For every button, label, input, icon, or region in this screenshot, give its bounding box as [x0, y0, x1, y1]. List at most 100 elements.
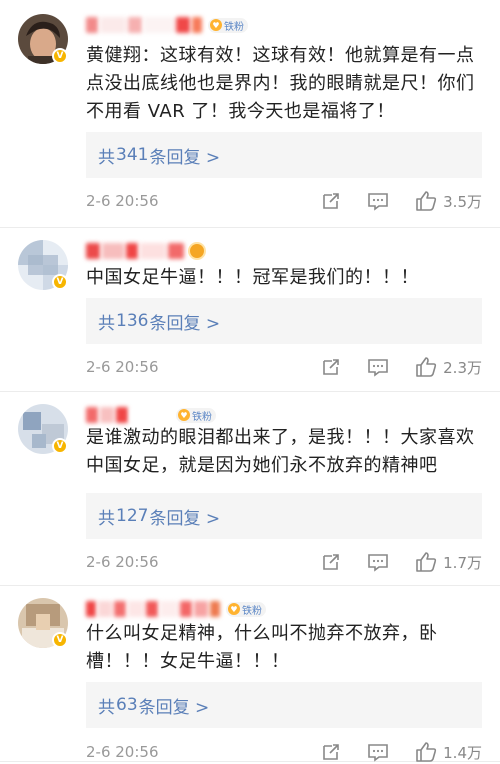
comment-item: V ♥ 铁粉 黄健翔：这球有效！这球有效！他就算是有一点点没出底线他也是界内！我…: [0, 0, 500, 228]
fan-badge: ♥ 铁粉: [176, 407, 216, 423]
comment-text: 是谁激动的眼泪都出来了，是我！！！大家喜欢中国女足，就是因为她们永不放弃的精神吧: [86, 427, 475, 476]
reply-suffix: 条回复 >: [149, 508, 221, 529]
reply-count-button[interactable]: 共 341 条回复 >: [86, 132, 482, 178]
username[interactable]: [86, 240, 204, 262]
blurred-username: [160, 601, 178, 617]
like-button[interactable]: 1.4万: [415, 741, 482, 763]
comment-text: 中国女足牛逼！！！冠军是我们的！！！: [86, 267, 419, 288]
repost-icon: [323, 554, 339, 570]
reply-prefix: 共: [98, 313, 115, 334]
reply-count-button[interactable]: 共 127 条回复 >: [86, 493, 482, 539]
blurred-username: [86, 17, 98, 33]
heart-icon: ♥: [178, 409, 190, 421]
timestamp: 2-6 20:56: [86, 553, 159, 571]
blurred-username: [100, 17, 126, 33]
comment-text: 什么叫女足精神，什么叫不抛弃不放弃，卧槽！！！女足牛逼！！！: [86, 623, 438, 672]
blurred-username: [140, 243, 166, 259]
like-icon: [416, 742, 437, 762]
reply-suffix: 条回复 >: [149, 313, 221, 334]
repost-button[interactable]: [321, 552, 341, 572]
repost-icon: [323, 193, 339, 209]
like-icon: [416, 191, 437, 211]
repost-button[interactable]: [321, 191, 341, 211]
reply-count-button[interactable]: 共 63 条回复 >: [86, 682, 482, 728]
blurred-username: [192, 17, 202, 33]
reply-suffix: 条回复 >: [138, 697, 210, 718]
blurred-username: [86, 243, 100, 259]
username[interactable]: ♥ 铁粉: [86, 14, 248, 36]
blurred-username: [102, 243, 124, 259]
comment-text: 黄健翔：这球有效！这球有效！他就算是有一点点没出底线他也是界内！我的眼睛就是尺！…: [86, 45, 475, 122]
comment-icon: [368, 359, 388, 377]
verified-badge-icon: V: [52, 438, 68, 454]
blurred-username: [194, 601, 208, 617]
heart-icon: ♥: [228, 603, 240, 615]
fan-badge-label: 铁粉: [224, 21, 244, 33]
reply-prefix: 共: [98, 508, 115, 529]
blurred-username: [128, 601, 144, 617]
like-count: 2.3万: [443, 358, 482, 377]
blurred-username: [146, 601, 158, 617]
reply-prefix: 共: [98, 697, 115, 718]
comment-icon: [368, 744, 388, 762]
like-button[interactable]: 1.7万: [415, 551, 482, 573]
timestamp: 2-6 20:56: [86, 743, 159, 761]
repost-button[interactable]: [321, 357, 341, 377]
verified-badge-icon: V: [52, 632, 68, 648]
blurred-username: [168, 243, 184, 259]
verified-badge-icon: V: [52, 274, 68, 290]
blurred-username: [210, 601, 220, 617]
comment-item: V 中国女足牛逼！！！冠军是我们的！！！ 共 136 条回复 > 2-6 20:…: [0, 228, 500, 392]
blurred-username: [114, 601, 126, 617]
like-count: 3.5万: [443, 192, 482, 211]
repost-icon: [323, 359, 339, 375]
timestamp: 2-6 20:56: [86, 192, 159, 210]
comment-meta: 2-6 20:56 1.4万: [86, 740, 482, 764]
vip-crown-icon: [190, 244, 204, 258]
fan-badge-label: 铁粉: [192, 411, 212, 423]
repost-button[interactable]: [321, 742, 341, 762]
repost-icon: [323, 744, 339, 760]
comment-meta: 2-6 20:56 3.5万: [86, 189, 482, 213]
fan-badge: ♥ 铁粉: [226, 601, 266, 617]
blurred-username: [130, 407, 170, 423]
like-icon: [416, 357, 437, 377]
like-button[interactable]: 2.3万: [415, 356, 482, 378]
comment-item: V ♥ 铁粉 什么叫女足精神，什么叫不抛弃不放弃，卧槽！！！女足牛逼！！！ 共 …: [0, 586, 500, 762]
reply-count: 341: [116, 145, 149, 165]
blurred-username: [100, 407, 114, 423]
like-count: 1.4万: [443, 743, 482, 762]
fan-badge-label: 铁粉: [242, 605, 262, 617]
blurred-username: [144, 17, 174, 33]
blurred-username: [86, 601, 96, 617]
comment-button[interactable]: [367, 552, 389, 572]
blurred-username: [126, 243, 138, 259]
like-button[interactable]: 3.5万: [415, 190, 482, 212]
comment-button[interactable]: [367, 742, 389, 762]
blurred-username: [128, 17, 142, 33]
comment-item: V ♥ 铁粉 是谁激动的眼泪都出来了，是我！！！大家喜欢中国女足，就是因为她们永…: [0, 392, 500, 586]
comment-button[interactable]: [367, 191, 389, 211]
reply-prefix: 共: [98, 147, 115, 168]
reply-suffix: 条回复 >: [149, 147, 221, 168]
blurred-username: [116, 407, 128, 423]
comment-icon: [368, 554, 388, 572]
blurred-username: [86, 407, 98, 423]
comment-icon: [368, 193, 388, 211]
reply-count: 136: [116, 311, 149, 331]
comment-meta: 2-6 20:56 1.7万: [86, 550, 482, 574]
verified-badge-icon: V: [52, 48, 68, 64]
comment-meta: 2-6 20:56 2.3万: [86, 355, 482, 379]
fan-badge: ♥ 铁粉: [208, 17, 248, 33]
reply-count-button[interactable]: 共 136 条回复 >: [86, 298, 482, 344]
reply-count: 63: [116, 695, 138, 715]
username[interactable]: ♥ 铁粉: [86, 598, 266, 620]
blurred-username: [98, 601, 112, 617]
timestamp: 2-6 20:56: [86, 358, 159, 376]
username[interactable]: ♥ 铁粉: [86, 404, 216, 426]
like-icon: [416, 552, 437, 572]
comment-button[interactable]: [367, 357, 389, 377]
like-count: 1.7万: [443, 553, 482, 572]
heart-icon: ♥: [210, 19, 222, 31]
reply-count: 127: [116, 506, 149, 526]
